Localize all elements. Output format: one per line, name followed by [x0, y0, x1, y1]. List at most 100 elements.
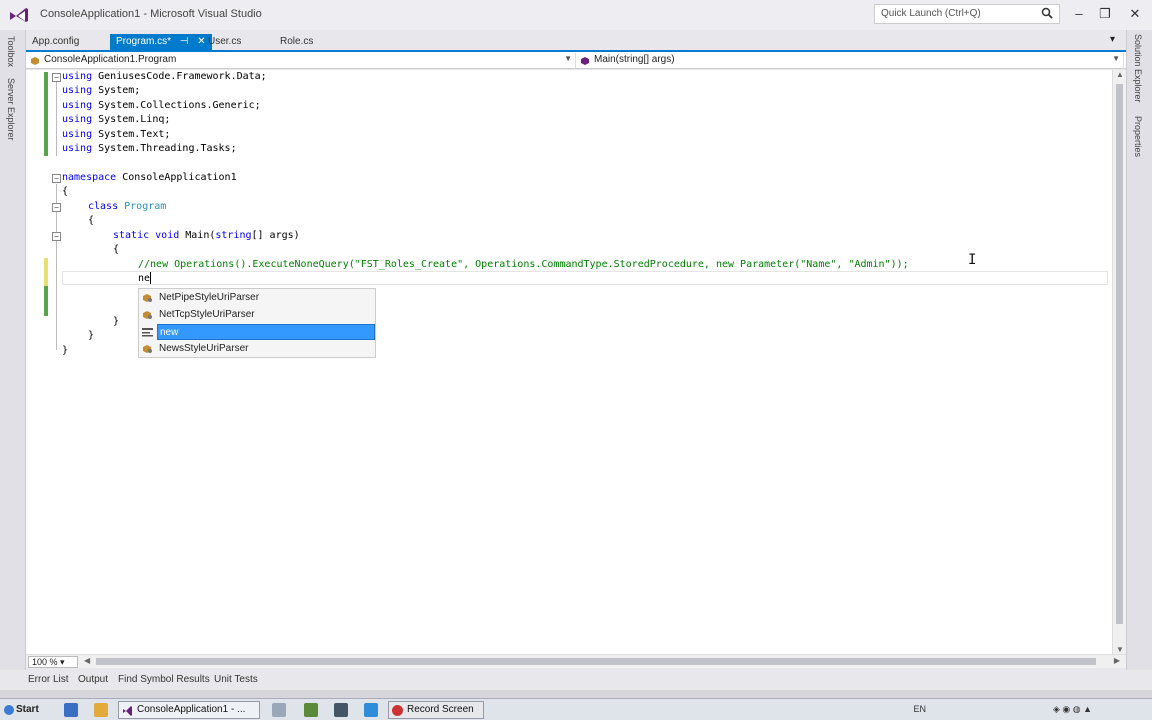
code-line: static void Main(string[] args) — [113, 229, 300, 243]
member-selector-dropdown[interactable]: Main(string[] args) ▼ — [576, 53, 1124, 69]
method-icon — [581, 57, 589, 65]
class-selector-value: ConsoleApplication1.Program — [44, 54, 177, 65]
scroll-down-icon[interactable]: ▼ — [1116, 645, 1124, 654]
code-text: System.Threading.Tasks; — [92, 143, 237, 154]
tab-output[interactable]: Output — [78, 674, 108, 685]
document-tabs: App.config Program.cs* ⊣ ✕ User.cs Role.… — [26, 32, 1126, 50]
code-text: Main( — [179, 230, 216, 241]
code-line: namespace ConsoleApplication1 — [62, 171, 237, 185]
completion-label: new — [160, 327, 179, 338]
windows-orb-icon — [4, 705, 14, 715]
collapse-toggle[interactable]: − — [52, 203, 61, 212]
right-tool-rail: Solution Explorer Properties — [1126, 30, 1152, 670]
code-text: } — [113, 316, 120, 327]
code-line: } — [88, 329, 94, 343]
code-line: { — [62, 185, 68, 199]
completion-label: NetTcpStyleUriParser — [159, 309, 255, 320]
tab-app-config[interactable]: App.config — [26, 34, 85, 50]
keyword-icon — [142, 328, 153, 337]
navigation-bar: ConsoleApplication1.Program ▼ Main(strin… — [26, 50, 1126, 69]
scroll-right-icon[interactable]: ▶ — [1114, 656, 1120, 665]
class-icon — [143, 294, 152, 302]
completion-item-selected[interactable]: new — [157, 324, 375, 340]
solution-explorer-tab[interactable]: Solution Explorer — [1133, 34, 1143, 103]
taskbar-task-visual-studio[interactable]: ConsoleApplication1 - ... — [118, 701, 260, 719]
left-tool-rail: Toolbox Server Explorer — [0, 30, 26, 670]
chevron-down-icon: ▼ — [1112, 54, 1120, 63]
tab-label: User.cs — [208, 36, 242, 47]
code-text: { — [62, 186, 69, 197]
ie-icon[interactable] — [64, 703, 78, 717]
system-tray: ◈ ◉ ◍ ▲ — [1052, 704, 1092, 714]
completion-item[interactable]: NetTcpStyleUriParser — [139, 307, 375, 323]
scroll-up-icon[interactable]: ▲ — [1116, 70, 1124, 79]
visual-studio-logo-icon — [10, 8, 28, 22]
tab-role-cs[interactable]: Role.cs — [274, 34, 319, 50]
cmd-icon[interactable] — [334, 703, 348, 717]
scroll-left-icon[interactable]: ◀ — [84, 656, 90, 665]
keyword: class — [88, 201, 119, 212]
explorer-icon[interactable] — [272, 703, 286, 717]
search-icon[interactable] — [1041, 7, 1053, 19]
chevron-down-icon[interactable]: ▾ — [1110, 34, 1122, 46]
collapse-toggle[interactable]: − — [52, 232, 61, 241]
code-editor[interactable]: − − − − using GeniusesCode.Framework.Dat… — [26, 70, 1112, 654]
close-button[interactable]: ✕ — [1124, 5, 1146, 23]
tab-error-list[interactable]: Error List — [28, 674, 69, 685]
task-label: Record Screen — [407, 704, 474, 715]
tab-label: Program.cs* — [116, 36, 172, 47]
keyword: using — [62, 114, 93, 125]
current-line-highlight — [62, 271, 1108, 285]
class-selector-dropdown[interactable]: ConsoleApplication1.Program ▼ — [26, 53, 576, 69]
tab-unit-tests[interactable]: Unit Tests — [214, 674, 258, 685]
status-bar — [0, 690, 1152, 698]
tab-program-cs[interactable]: Program.cs* ⊣ ✕ — [110, 34, 212, 50]
ibeam-cursor-icon: I — [968, 252, 977, 268]
outline-guide — [56, 82, 57, 156]
code-text: { — [113, 244, 120, 255]
minimize-button[interactable]: – — [1068, 5, 1090, 23]
class-icon — [143, 345, 152, 353]
tab-find-symbol-results[interactable]: Find Symbol Results — [118, 674, 210, 685]
os-taskbar: Start ConsoleApplication1 - ... Record S… — [0, 698, 1152, 720]
language-indicator[interactable]: EN — [913, 704, 926, 714]
completion-item[interactable]: NetPipeStyleUriParser — [139, 290, 375, 306]
collapse-toggle[interactable]: − — [52, 73, 61, 82]
zoom-level-dropdown[interactable]: 100 % ▾ — [28, 656, 78, 668]
code-line: } — [113, 315, 119, 329]
start-button[interactable]: Start — [2, 701, 46, 719]
code-line-current[interactable]: ne — [138, 272, 152, 286]
properties-tab[interactable]: Properties — [1133, 116, 1143, 157]
type-name: Program — [124, 201, 167, 212]
code-line: } — [62, 344, 68, 358]
keyword: using — [62, 85, 93, 96]
keyword: void — [155, 230, 180, 241]
scroll-thumb[interactable] — [1116, 84, 1123, 624]
tab-user-cs[interactable]: User.cs — [202, 34, 247, 50]
completion-item[interactable]: NewsStyleUriParser — [139, 341, 375, 357]
code-text: } — [62, 345, 69, 356]
taskbar-task-recorder[interactable]: Record Screen — [388, 701, 484, 719]
vertical-scrollbar[interactable]: ▲ ▼ — [1112, 70, 1126, 654]
media-icon[interactable] — [364, 703, 378, 717]
code-text: System.Linq; — [92, 114, 171, 125]
scroll-thumb[interactable] — [96, 658, 1096, 665]
collapse-toggle[interactable]: − — [52, 174, 61, 183]
quick-launch-input[interactable]: Quick Launch (Ctrl+Q) — [874, 4, 1060, 24]
toolbox-tab[interactable]: Toolbox — [6, 36, 16, 67]
intellisense-popup[interactable]: NetPipeStyleUriParser NetTcpStyleUriPars… — [138, 288, 376, 358]
class-icon — [31, 57, 39, 65]
horizontal-scrollbar[interactable]: 100 % ▾ ◀ ▶ — [26, 654, 1126, 668]
keyword: using — [62, 100, 93, 111]
keyword: string — [215, 230, 252, 241]
app-icon[interactable] — [304, 703, 318, 717]
comment-line: //new Operations().ExecuteNoneQuery("FST… — [138, 259, 909, 270]
restore-button[interactable]: ❐ — [1094, 5, 1116, 23]
typed-text: ne — [138, 273, 151, 284]
pin-icon[interactable]: ⊣ — [180, 36, 189, 47]
firefox-icon[interactable] — [94, 703, 108, 717]
visual-studio-icon — [123, 706, 132, 716]
server-explorer-tab[interactable]: Server Explorer — [6, 78, 16, 141]
text-caret — [150, 272, 152, 284]
keyword: namespace — [62, 172, 117, 183]
